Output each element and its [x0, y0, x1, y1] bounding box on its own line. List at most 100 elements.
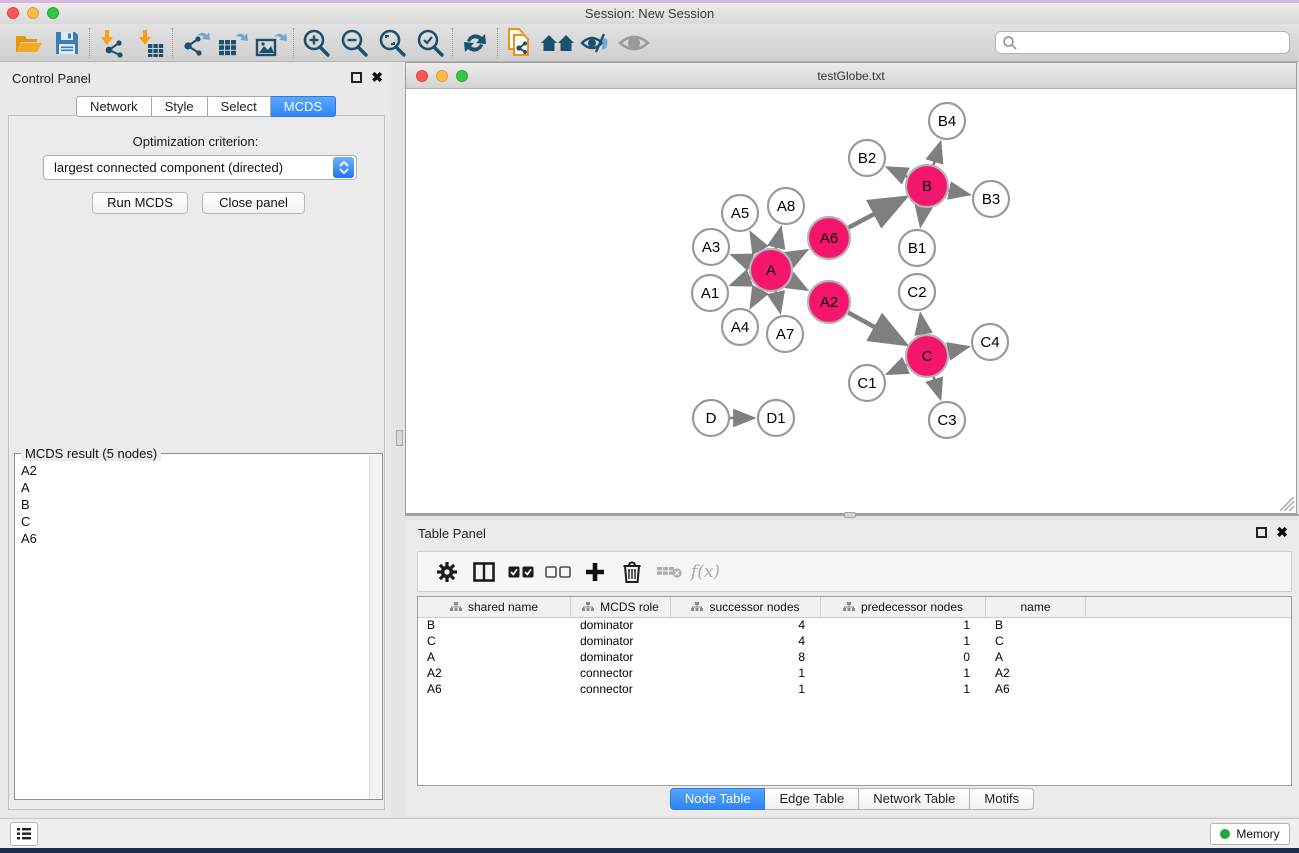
table-cell[interactable]: A	[418, 650, 571, 666]
table-cell[interactable]: 4	[671, 634, 821, 650]
list-item[interactable]: B	[17, 496, 368, 513]
add-column-button[interactable]	[576, 556, 613, 588]
graph-edge-C-C2[interactable]	[921, 315, 924, 336]
zoom-fit-button[interactable]	[373, 26, 411, 60]
table-cell[interactable]: A6	[418, 682, 571, 698]
graph-node-C3[interactable]: C3	[929, 402, 965, 438]
graph-node-A2[interactable]: A2	[808, 281, 850, 323]
graph-node-A6[interactable]: A6	[808, 217, 850, 259]
toolbar-search[interactable]	[995, 31, 1290, 54]
scrollbar-track[interactable]	[369, 455, 381, 798]
tab-network[interactable]: Network	[76, 96, 152, 117]
export-network-button[interactable]	[176, 26, 214, 60]
table-cell[interactable]: A2	[418, 666, 571, 682]
graph-edge-A-A1[interactable]	[732, 277, 752, 284]
close-window-button[interactable]	[7, 7, 19, 19]
tab-network-table[interactable]: Network Table	[859, 788, 970, 810]
table-cell[interactable]: dominator	[571, 650, 671, 666]
export-image-button[interactable]	[252, 26, 290, 60]
tab-motifs[interactable]: Motifs	[970, 788, 1034, 810]
column-header-predecessor-nodes[interactable]: predecessor nodes	[821, 597, 986, 617]
settings-gear-button[interactable]	[428, 556, 465, 588]
graph-node-B3[interactable]: B3	[973, 181, 1009, 217]
float-panel-icon[interactable]	[1256, 527, 1267, 538]
graph-node-A7[interactable]: A7	[767, 316, 803, 352]
graph-edge-A-A2[interactable]	[789, 280, 806, 289]
table-cell[interactable]: 4	[671, 618, 821, 634]
table-row[interactable]: Adominator80A	[418, 650, 1291, 666]
table-row[interactable]: Bdominator41B	[418, 618, 1291, 634]
column-header-successor-nodes[interactable]: successor nodes	[671, 597, 821, 617]
graph-edge-A-A6[interactable]	[789, 251, 806, 260]
graph-node-B4[interactable]: B4	[929, 103, 965, 139]
graph-edge-A2-C[interactable]	[847, 312, 904, 343]
copy-network-button[interactable]	[501, 26, 539, 60]
graph-edge-B-B1[interactable]	[921, 207, 924, 226]
memory-button[interactable]: Memory	[1210, 823, 1290, 845]
column-layout-button[interactable]	[465, 556, 502, 588]
close-panel-icon[interactable]: ✖	[1276, 527, 1288, 538]
graph-edge-A-A5[interactable]	[751, 233, 761, 251]
table-cell[interactable]: A	[986, 650, 1086, 666]
optimization-criterion-select[interactable]: largest connected component (directed)	[43, 155, 357, 180]
panel-splitter-handle[interactable]	[396, 430, 403, 446]
close-panel-button[interactable]: Close panel	[202, 192, 305, 214]
delete-column-button[interactable]	[613, 556, 650, 588]
import-network-button[interactable]	[93, 26, 131, 60]
horizontal-splitter-handle[interactable]	[844, 512, 856, 518]
search-input[interactable]	[1018, 36, 1289, 50]
graph-node-B2[interactable]: B2	[849, 140, 885, 176]
graph-node-C2[interactable]: C2	[899, 274, 935, 310]
graph-node-A8[interactable]: A8	[768, 188, 804, 224]
list-item[interactable]: A6	[17, 530, 368, 547]
table-cell[interactable]: 1	[821, 618, 986, 634]
graph-edge-A-A7[interactable]	[775, 291, 780, 312]
graph-edge-C-C4[interactable]	[947, 347, 967, 351]
close-panel-icon[interactable]: ✖	[371, 72, 383, 83]
zoom-window-button[interactable]	[47, 7, 59, 19]
node-table[interactable]: shared name MCDS role successor nodes pr…	[417, 596, 1292, 786]
import-table-button[interactable]	[131, 26, 169, 60]
table-row[interactable]: A6connector11A6	[418, 682, 1291, 698]
task-history-button[interactable]	[10, 822, 38, 846]
table-cell[interactable]: A2	[986, 666, 1086, 682]
zoom-selected-button[interactable]	[411, 26, 449, 60]
zoom-in-button[interactable]	[297, 26, 335, 60]
table-cell[interactable]: 8	[671, 650, 821, 666]
show-eye-button[interactable]	[615, 26, 653, 60]
table-cell[interactable]: B	[418, 618, 571, 634]
column-header-name[interactable]: name	[986, 597, 1086, 617]
run-mcds-button[interactable]: Run MCDS	[92, 192, 188, 214]
select-all-button[interactable]	[502, 556, 539, 588]
table-cell[interactable]: 1	[671, 682, 821, 698]
network-window-titlebar[interactable]: testGlobe.txt	[406, 63, 1296, 89]
table-cell[interactable]: 1	[671, 666, 821, 682]
refresh-layout-button[interactable]	[456, 26, 494, 60]
network-graph-canvas[interactable]: B4B2BB3B1A5A8A6A3AA1C2A2A4A7C4CC1C3DD1	[406, 89, 1296, 513]
table-cell[interactable]: dominator	[571, 634, 671, 650]
list-item[interactable]: A	[17, 479, 368, 496]
table-cell[interactable]: 0	[821, 650, 986, 666]
mcds-result-list[interactable]: A2 A B C A6	[17, 462, 368, 797]
graph-node-B1[interactable]: B1	[899, 230, 935, 266]
table-cell[interactable]: B	[986, 618, 1086, 634]
column-header-mcds-role[interactable]: MCDS role	[571, 597, 671, 617]
column-header-shared-name[interactable]: shared name	[418, 597, 571, 617]
graph-node-C1[interactable]: C1	[849, 365, 885, 401]
graph-node-A4[interactable]: A4	[722, 309, 758, 345]
graph-edge-A-A3[interactable]	[732, 255, 751, 262]
save-session-button[interactable]	[48, 26, 86, 60]
graph-edge-B-B4[interactable]	[933, 143, 940, 166]
tab-style[interactable]: Style	[152, 96, 208, 117]
export-table-button[interactable]	[214, 26, 252, 60]
float-panel-icon[interactable]	[351, 72, 362, 83]
table-row[interactable]: A2connector11A2	[418, 666, 1291, 682]
table-row[interactable]: Cdominator41C	[418, 634, 1291, 650]
table-cell[interactable]: 1	[821, 682, 986, 698]
zoom-out-button[interactable]	[335, 26, 373, 60]
graph-node-D1[interactable]: D1	[758, 400, 794, 436]
graph-edge-A-A4[interactable]	[751, 288, 761, 306]
graph-node-D[interactable]: D	[693, 400, 729, 436]
list-item[interactable]: C	[17, 513, 368, 530]
graph-node-A5[interactable]: A5	[722, 195, 758, 231]
